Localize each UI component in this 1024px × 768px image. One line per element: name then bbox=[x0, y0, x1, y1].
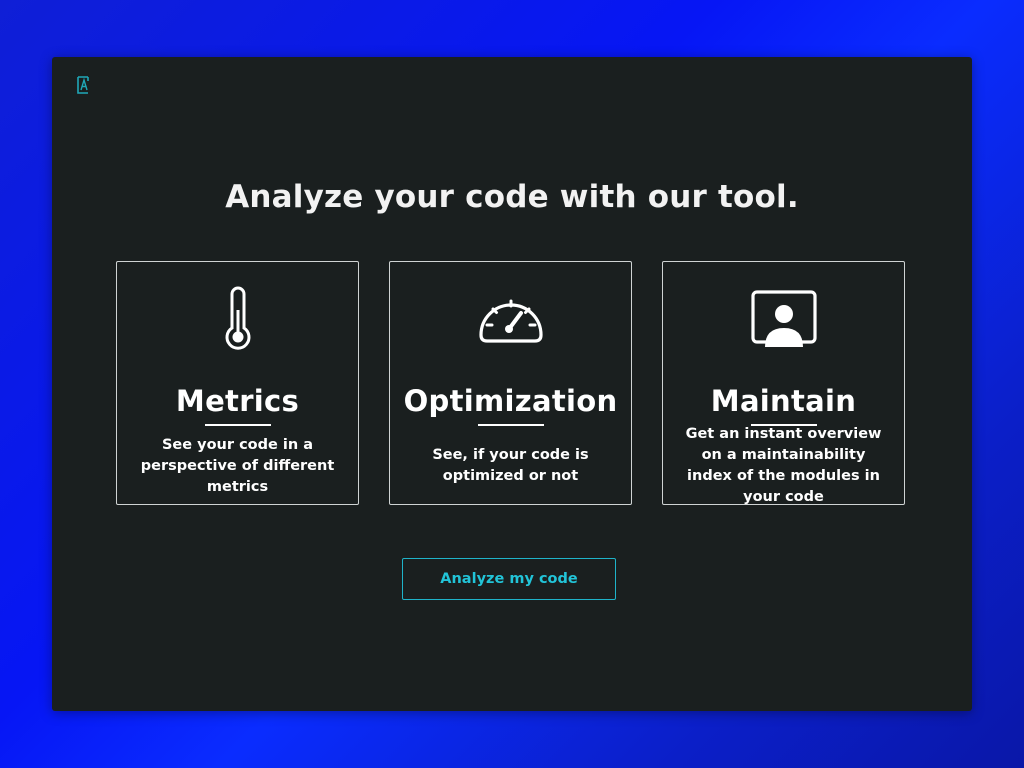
feature-description: See, if your code is optimized or not bbox=[432, 447, 589, 484]
app-window: Analyze your code with our tool. Metrics… bbox=[52, 57, 972, 711]
title-underline bbox=[477, 424, 544, 426]
feature-cards: Metrics See your code in a perspective o… bbox=[116, 261, 908, 507]
brand-logo-icon bbox=[76, 75, 92, 95]
title-underline bbox=[204, 424, 271, 426]
feature-card-metrics: Metrics See your code in a perspective o… bbox=[116, 261, 359, 505]
feature-title: Metrics bbox=[175, 384, 300, 418]
feature-description: See your code in a perspective of differ… bbox=[140, 436, 335, 495]
feature-description: Get an instant overview on a maintainabi… bbox=[685, 426, 882, 505]
analyze-code-button[interactable]: Analyze my code bbox=[402, 558, 616, 600]
feature-title: Maintain bbox=[710, 384, 857, 418]
user-monitor-icon bbox=[749, 286, 819, 356]
feature-title: Optimization bbox=[403, 384, 618, 418]
page-headline: Analyze your code with our tool. bbox=[225, 179, 799, 215]
feature-card-maintain: Maintain Get an instant overview on a ma… bbox=[662, 261, 905, 505]
speedometer-icon bbox=[476, 286, 546, 356]
thermometer-icon bbox=[203, 286, 273, 356]
feature-card-optimization: Optimization See, if your code is optimi… bbox=[389, 261, 632, 505]
